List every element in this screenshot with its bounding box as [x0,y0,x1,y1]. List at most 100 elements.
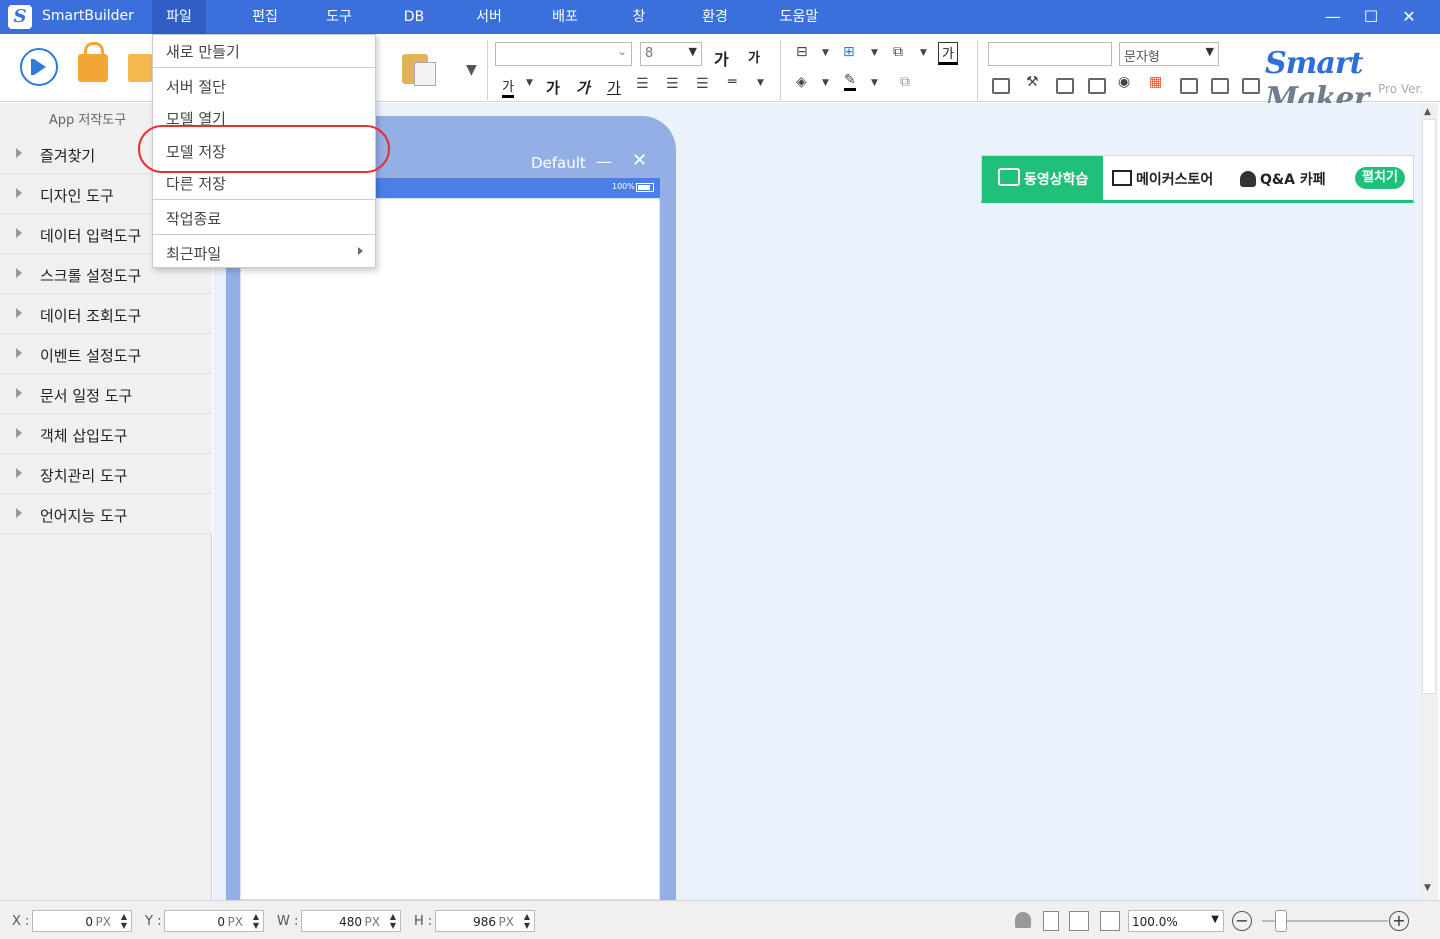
font-color-button[interactable]: 가 [502,76,514,98]
height-input[interactable]: 986 PX ▲ ▼ [435,910,535,932]
x-label: X : [12,914,30,929]
arrange-dropdown-icon[interactable]: ▼ [920,48,927,58]
text-box-button[interactable]: 가 [938,42,958,65]
close-window-button[interactable]: ✕ [1394,4,1424,30]
move-icon[interactable] [1100,911,1120,931]
zoom-in-button[interactable]: + [1389,911,1409,931]
spinner-icon: ▲ ▼ [523,912,530,930]
menu-item-new[interactable]: 새로 만들기 [153,35,375,67]
minimize-window-button[interactable]: — [1318,4,1348,30]
zoom-select[interactable]: 100.0% ▼ [1128,910,1224,932]
font-grow-button[interactable]: 가 [714,46,729,70]
panel-item-device-tools[interactable]: 장치관리 도구 [0,454,212,494]
spinner-icon: ▲ ▼ [252,912,259,930]
play-media-icon[interactable] [1242,78,1260,94]
italic-button[interactable]: 가 [576,77,590,98]
zoom-slider-thumb[interactable] [1275,910,1287,932]
menu-bar: 파일 편집 도구 DB 서버 배포 창 환경 도움말 [152,0,842,34]
menu-deploy[interactable]: 배포 [526,0,604,34]
distribute-dropdown-icon[interactable]: ▼ [871,48,878,58]
line-color-dropdown-icon[interactable]: ▼ [871,78,878,88]
device-close-icon[interactable]: ✕ [632,150,647,171]
design-canvas[interactable]: Default — ✕ 100% 동영상학습 메이커스토어 Q&A 카페 펼치기 [213,103,1420,900]
expand-banner-button[interactable]: 펼치기 [1355,167,1405,189]
align-left-icon[interactable]: ☰ [636,76,649,92]
scroll-thumb[interactable] [1422,119,1436,694]
paste-icon[interactable] [402,50,438,86]
align-objects-dropdown-icon[interactable]: ▼ [822,48,829,58]
fit-screen-icon[interactable] [1069,911,1089,931]
spinner-icon: ▲ ▼ [389,912,396,930]
bell-icon[interactable] [1015,912,1031,928]
x-position-input[interactable]: 0 PX ▲ ▼ [32,910,132,932]
menu-item-open-model[interactable]: 모델 열기 [153,102,375,134]
submenu-arrow-icon [358,247,363,255]
width-input[interactable]: 480 PX ▲ ▼ [301,910,401,932]
fill-color-dropdown-icon[interactable]: ▼ [822,78,829,88]
device-minimize-icon[interactable]: — [596,152,612,171]
document-icon[interactable] [1211,78,1229,94]
group-icon[interactable]: ⧉ [900,74,910,90]
object-name-input[interactable] [988,42,1112,66]
layout-icon[interactable] [992,78,1010,94]
panel-item-language-ai-tools[interactable]: 언어지능 도구 [0,494,212,534]
align-center-icon[interactable]: ☰ [666,76,679,92]
device-screen[interactable] [240,198,660,900]
compare-icon[interactable] [1056,78,1074,94]
bold-button[interactable]: 가 [546,77,560,98]
video-learning-link[interactable]: 동영상학습 [982,156,1103,201]
font-shrink-button[interactable]: 가 [748,47,760,66]
maximize-window-button[interactable]: ☐ [1356,4,1386,30]
y-position-input[interactable]: 0 PX ▲ ▼ [164,910,264,932]
zoom-out-button[interactable]: − [1232,911,1252,931]
font-color-dropdown-icon[interactable]: ▼ [526,78,533,88]
run-preview-button[interactable] [20,48,58,86]
fill-color-icon[interactable]: ◈ [796,74,807,90]
lock-icon[interactable] [78,42,108,82]
menu-file[interactable]: 파일 [152,0,206,34]
line-style-dropdown-icon[interactable]: ▼ [757,78,764,88]
line-style-icon[interactable]: ═ [728,74,736,90]
qa-cafe-link[interactable]: Q&A 카페 [1240,169,1326,189]
menu-db[interactable]: DB [376,0,452,34]
char-type-select[interactable]: 문자형 ▼ [1119,42,1219,66]
menu-item-server-disconnect[interactable]: 서버 절단 [153,70,375,102]
scroll-down-icon[interactable]: ▼ [1424,883,1431,893]
vertical-scrollbar[interactable]: ▲ ▼ [1420,103,1438,900]
menu-environment[interactable]: 환경 [674,0,756,34]
paste-dropdown-icon[interactable]: ▼ [466,62,477,78]
distribute-icon[interactable]: ⊞ [843,44,855,60]
menu-item-exit[interactable]: 작업종료 [153,202,375,234]
panel-item-data-query-tools[interactable]: 데이터 조회도구 [0,294,212,334]
menu-edit[interactable]: 편집 [228,0,302,34]
arrange-icon[interactable]: ⧉ [893,44,903,60]
font-size-select[interactable]: 8 ▼ [640,42,702,66]
menu-item-recent-files[interactable]: 최근파일 [153,237,375,269]
device-title: Default [531,154,586,172]
align-right-icon[interactable]: ☰ [696,76,709,92]
line-color-icon[interactable]: ✎ [844,72,856,91]
panel-item-document-schedule-tools[interactable]: 문서 일정 도구 [0,374,212,414]
spinner-icon: ▲ ▼ [120,912,127,930]
menu-window[interactable]: 창 [604,0,674,34]
menu-item-save-model[interactable]: 모델 저장 [153,135,375,167]
folder-icon[interactable] [128,54,152,82]
font-family-select[interactable]: ⌄ [495,42,632,66]
panels-icon[interactable] [1180,78,1198,94]
maker-store-link[interactable]: 메이커스토어 [1112,169,1213,189]
panel-item-event-tools[interactable]: 이벤트 설정도구 [0,334,212,374]
battery-icon [636,183,654,192]
tiles-icon[interactable]: ▦ [1149,74,1162,90]
scroll-up-icon[interactable]: ▲ [1424,107,1431,117]
menu-item-save-as[interactable]: 다른 저장 [153,167,375,199]
menu-server[interactable]: 서버 [452,0,526,34]
menu-help[interactable]: 도움말 [756,0,842,34]
magic-wand-icon[interactable]: ⚒ [1026,74,1039,90]
panel-item-object-insert-tools[interactable]: 객체 삽입도구 [0,414,212,454]
align-objects-icon[interactable]: ⊟ [796,44,808,60]
eye-icon[interactable]: ◉ [1118,74,1130,90]
window-icon[interactable] [1088,78,1106,94]
underline-button[interactable]: 가 [607,77,621,98]
menu-tools[interactable]: 도구 [302,0,376,34]
device-check-icon[interactable] [1043,911,1059,931]
